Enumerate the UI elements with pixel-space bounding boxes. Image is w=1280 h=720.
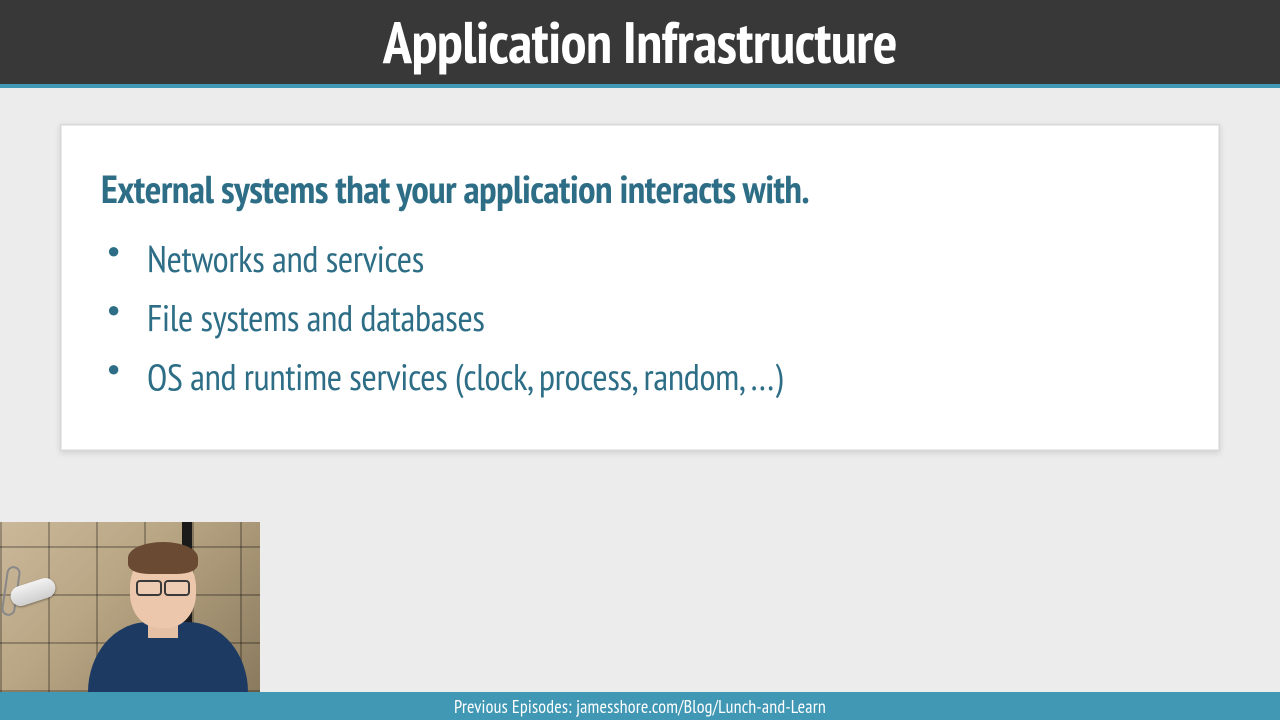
footer-text: Previous Episodes: jamesshore.com/Blog/L… (454, 695, 826, 718)
presenter-webcam (0, 522, 260, 692)
bullet-list: Networks and services File systems and d… (101, 230, 1179, 408)
list-item: File systems and databases (147, 289, 1179, 348)
microphone-icon (4, 566, 64, 626)
list-item: OS and runtime services (clock, process,… (147, 348, 1179, 407)
slide-footer: Previous Episodes: jamesshore.com/Blog/L… (0, 692, 1280, 720)
content-card: External systems that your application i… (60, 124, 1220, 451)
card-heading: External systems that your application i… (101, 163, 1179, 214)
presenter-figure (78, 572, 248, 692)
slide-header: Application Infrastructure (0, 0, 1280, 88)
list-item: Networks and services (147, 230, 1179, 289)
slide-title: Application Infrastructure (383, 5, 897, 80)
